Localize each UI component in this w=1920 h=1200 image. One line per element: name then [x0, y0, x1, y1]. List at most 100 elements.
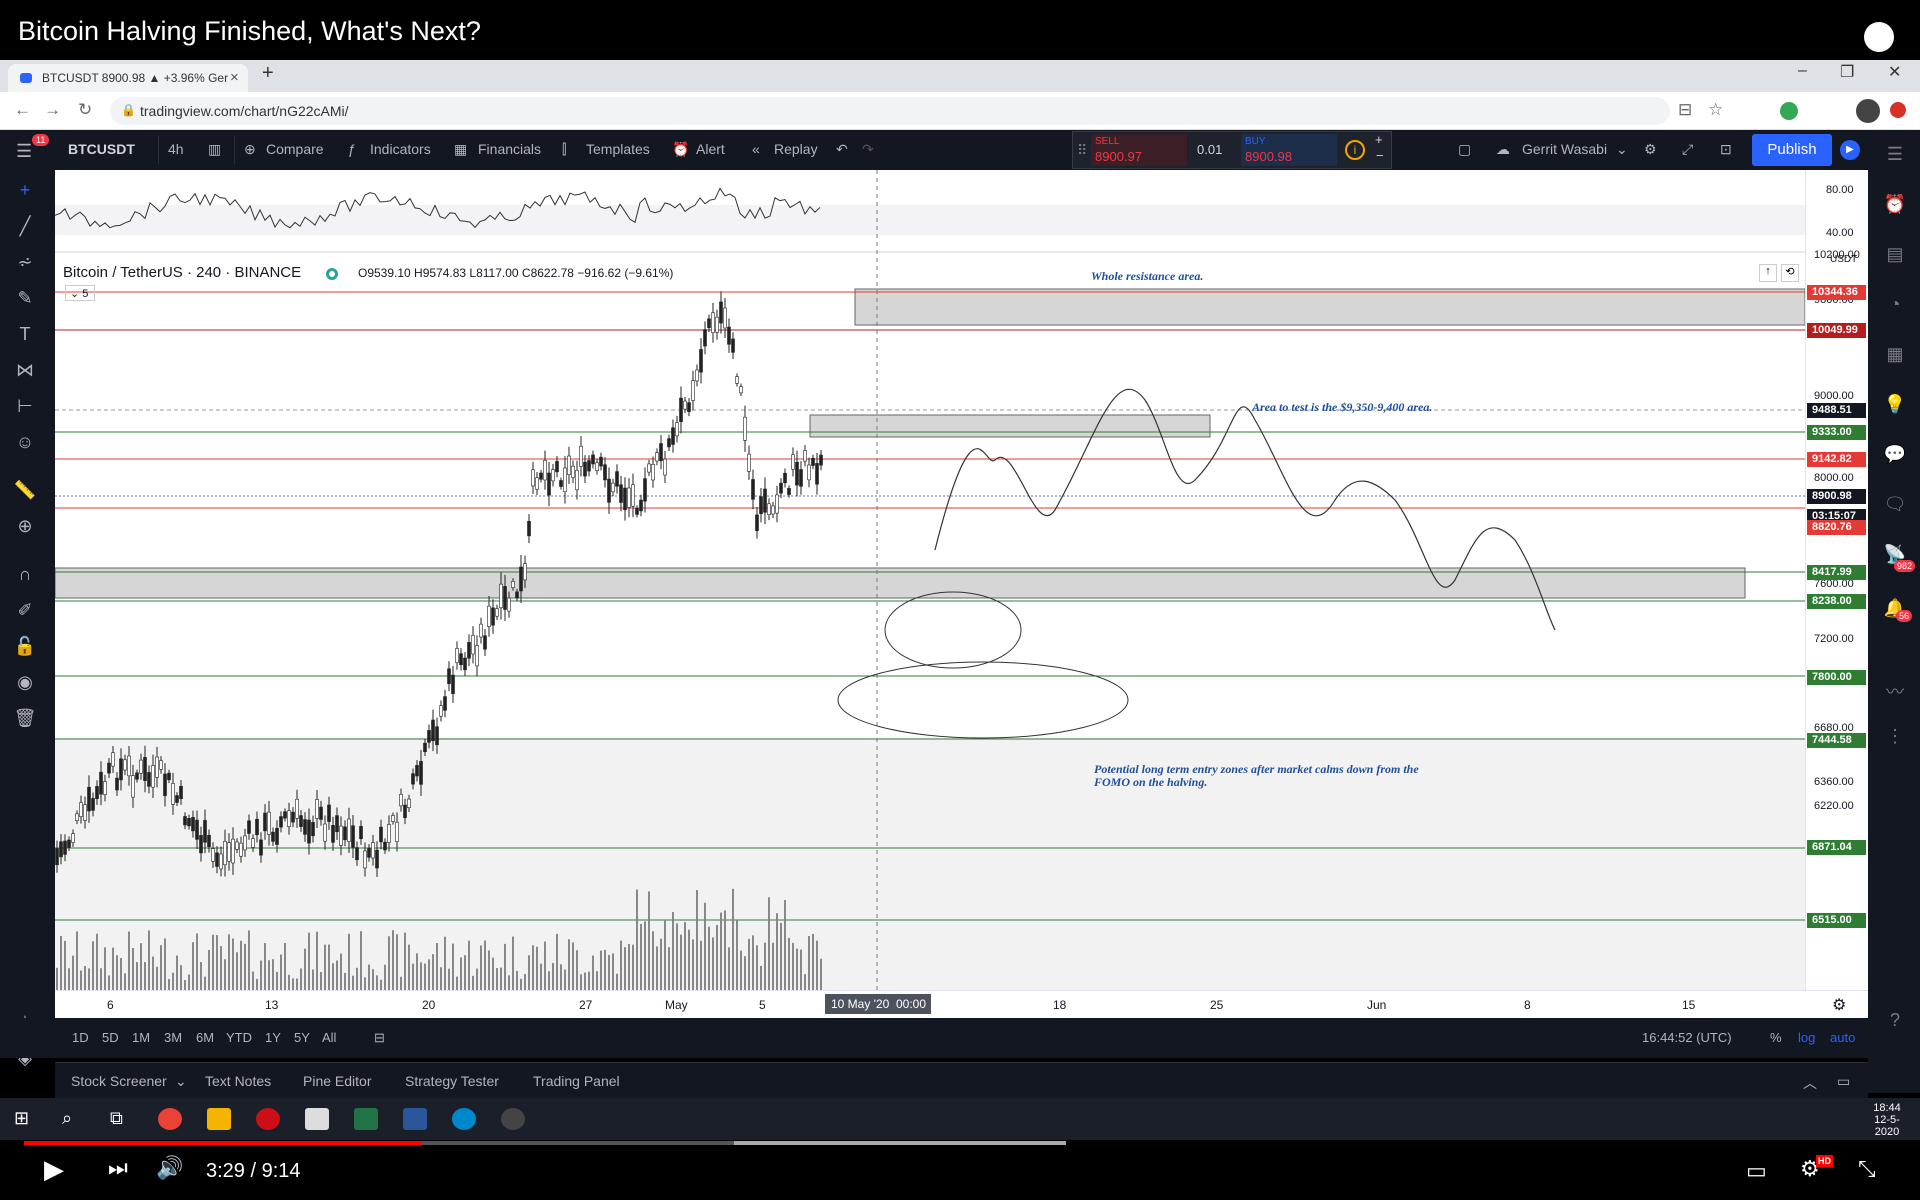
bookmark-star-icon[interactable]: ☆: [1708, 100, 1723, 120]
chart-pane[interactable]: Bitcoin / TetherUS · 240 · BINANCE O9539…: [55, 170, 1805, 990]
progress-bar[interactable]: [24, 1141, 1066, 1145]
symbol-search[interactable]: BTCUSDT: [68, 141, 135, 157]
restore-icon[interactable]: ❐: [1840, 62, 1854, 82]
profile-avatar[interactable]: [1856, 99, 1880, 123]
ideas-icon[interactable]: 💡: [1882, 394, 1908, 420]
price-axis[interactable]: 80.00 40.00 USDT 10200.00 9800.00 9000.00 8…: [1805, 170, 1868, 990]
ruler-icon[interactable]: 📏: [12, 480, 38, 506]
zoom-icon[interactable]: ⊕: [12, 516, 38, 542]
alerts-clock-icon[interactable]: ⏰: [1882, 194, 1908, 220]
layout-icon[interactable]: ▢: [1458, 141, 1471, 158]
pattern-icon[interactable]: ⋈: [12, 360, 38, 386]
candle-style-icon[interactable]: ▥: [208, 141, 221, 158]
templates-button[interactable]: Templates: [586, 141, 650, 157]
watchlist-icon[interactable]: ☰: [1882, 144, 1908, 170]
measure-range-icon[interactable]: ⊢: [12, 396, 38, 422]
stay-drawing-icon[interactable]: ✐: [12, 600, 38, 626]
camera-icon[interactable]: ⊡: [1720, 141, 1732, 158]
data-window-icon[interactable]: ▤: [1882, 244, 1908, 270]
goto-date-icon[interactable]: ⊟: [374, 1030, 385, 1046]
collapse-panel-icon[interactable]: ︿: [1803, 1073, 1817, 1093]
alert-button[interactable]: Alert: [696, 141, 725, 157]
trend-line-icon[interactable]: ╱: [12, 216, 38, 242]
magnet-icon[interactable]: ∩: [12, 564, 38, 590]
drag-handle-icon[interactable]: ⠿: [1077, 142, 1087, 159]
range-5d[interactable]: 5D: [102, 1030, 119, 1045]
forward-icon[interactable]: →: [44, 100, 61, 120]
undo-icon[interactable]: ↶: [836, 141, 848, 158]
info-icon[interactable]: i: [1345, 140, 1365, 160]
log-toggle[interactable]: log: [1798, 1030, 1815, 1045]
buy-button[interactable]: BUY 8900.98: [1241, 134, 1337, 166]
private-chat-icon[interactable]: 🗨: [1882, 494, 1908, 520]
financials-button[interactable]: Financials: [478, 141, 541, 157]
trash-icon[interactable]: 🗑: [12, 708, 38, 734]
scroll-up-icon[interactable]: ↑: [1759, 264, 1777, 282]
close-tab-icon[interactable]: ×: [230, 69, 239, 86]
range-1y[interactable]: 1Y: [265, 1030, 281, 1045]
chevron-down-icon[interactable]: ⌄: [175, 1073, 187, 1090]
url-field[interactable]: 🔒 tradingview.com/chart/nG22cAMi/: [110, 97, 1670, 125]
dom-icon[interactable]: ⋮: [1882, 726, 1908, 752]
browser-tab[interactable]: BTCUSDT 8900.98 ▲ +3.96% Ger ×: [8, 64, 248, 92]
translate-icon[interactable]: ⊟: [1678, 100, 1692, 120]
menu-icon[interactable]: ☰: [16, 141, 32, 162]
close-window-icon[interactable]: ✕: [1888, 62, 1901, 82]
market-status-icon[interactable]: [326, 268, 338, 280]
percent-toggle[interactable]: %: [1770, 1030, 1782, 1045]
subtitles-icon[interactable]: ▭: [1746, 1158, 1767, 1184]
range-1m[interactable]: 1M: [132, 1030, 150, 1045]
windows-start-icon[interactable]: ⊞: [14, 1108, 29, 1129]
auto-toggle[interactable]: auto: [1830, 1030, 1855, 1045]
opera-icon[interactable]: [256, 1108, 280, 1130]
excel-icon[interactable]: [354, 1108, 378, 1130]
minimize-icon[interactable]: –: [1798, 62, 1807, 80]
range-ytd[interactable]: YTD: [226, 1030, 252, 1045]
telegram-icon[interactable]: [452, 1108, 476, 1130]
range-3m[interactable]: 3M: [164, 1030, 182, 1045]
compare-button[interactable]: Compare: [266, 141, 324, 157]
interval-button[interactable]: 4h: [168, 141, 184, 157]
range-5y[interactable]: 5Y: [294, 1030, 310, 1045]
search-icon[interactable]: ⌕: [62, 1108, 72, 1129]
utc-clock[interactable]: 16:44:52 (UTC): [1642, 1030, 1732, 1045]
trend-icon[interactable]: 〰: [1882, 678, 1908, 704]
range-1d[interactable]: 1D: [72, 1030, 89, 1045]
annotation-entry-zones[interactable]: Potential long term entry zones after ma…: [1094, 763, 1434, 789]
watch-later-icon[interactable]: [1864, 22, 1894, 52]
word-icon[interactable]: [403, 1108, 427, 1130]
range-6m[interactable]: 6M: [196, 1030, 214, 1045]
crosshair-icon[interactable]: +: [12, 180, 38, 206]
publish-button[interactable]: Publish: [1752, 134, 1832, 166]
redo-icon[interactable]: ↷: [862, 141, 874, 158]
volume-icon[interactable]: 🔊: [156, 1155, 183, 1181]
update-icon[interactable]: [1890, 102, 1906, 118]
chrome-icon[interactable]: [158, 1108, 182, 1130]
calendar-icon[interactable]: ▦: [1882, 344, 1908, 370]
sell-button[interactable]: SELL 8900.97: [1091, 134, 1187, 166]
text-tool-icon[interactable]: T: [12, 324, 38, 350]
fullscreen-icon[interactable]: ⤢: [1682, 141, 1693, 158]
decrease-qty-icon[interactable]: −: [1376, 148, 1384, 163]
reload-icon[interactable]: ↻: [78, 100, 92, 120]
tab-text-notes[interactable]: Text Notes: [205, 1073, 271, 1089]
fib-icon[interactable]: ⩫: [12, 252, 38, 278]
increase-qty-icon[interactable]: +: [1375, 132, 1383, 147]
annotation-test-area[interactable]: Area to test is the $9,350-9,400 area.: [1252, 400, 1432, 415]
settings-icon[interactable]: ⚙: [1644, 141, 1657, 158]
obs-icon[interactable]: [501, 1108, 525, 1130]
task-view-icon[interactable]: ⧉: [110, 1108, 123, 1129]
instrument-title[interactable]: Bitcoin / TetherUS · 240 · BINANCE: [63, 264, 301, 281]
new-tab-button[interactable]: +: [262, 62, 274, 85]
file-explorer-icon[interactable]: [207, 1108, 231, 1130]
annotation-resistance[interactable]: Whole resistance area.: [1091, 269, 1203, 284]
tab-strategy-tester[interactable]: Strategy Tester: [405, 1073, 499, 1089]
help-icon[interactable]: ?: [1882, 1010, 1908, 1036]
tab-stock-screener[interactable]: Stock Screener: [71, 1073, 167, 1089]
lock-drawings-icon[interactable]: 🔓: [12, 636, 38, 662]
hide-drawings-icon[interactable]: ◉: [12, 672, 38, 698]
chevron-down-icon[interactable]: ⌄: [1616, 141, 1628, 158]
indicators-button[interactable]: Indicators: [370, 141, 431, 157]
time-axis[interactable]: 6 13 20 27 May 5 18 25 Jun 8 15 10 May '20 00:00 ⚙: [55, 990, 1868, 1018]
range-all[interactable]: All: [322, 1030, 336, 1045]
